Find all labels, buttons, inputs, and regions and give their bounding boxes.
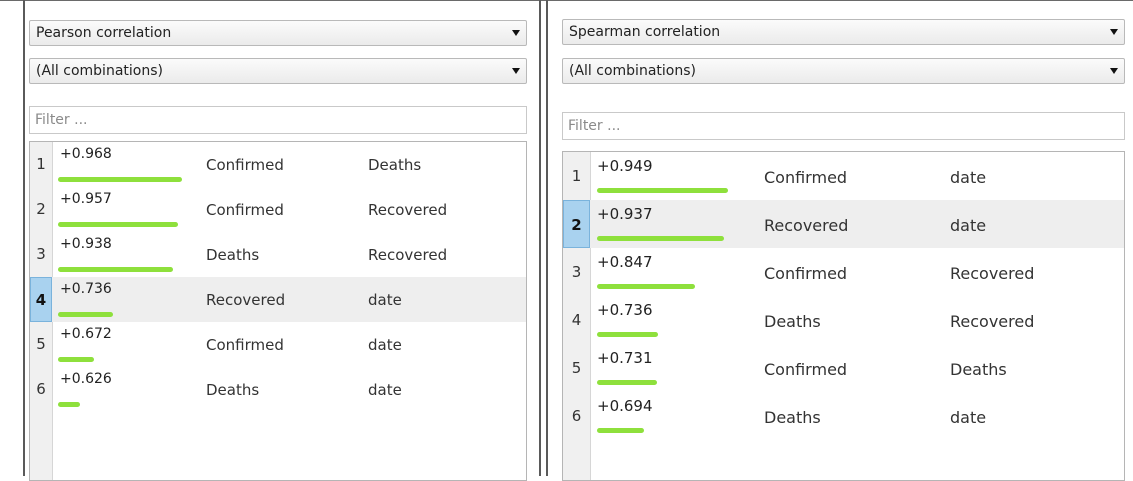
correlation-strength-bar <box>597 284 695 289</box>
correlation-type-label: Pearson correlation <box>36 25 172 41</box>
table-row[interactable]: 5 +0.731 Confirmed Deaths <box>563 344 1124 392</box>
row-number: 6 <box>36 380 46 398</box>
correlation-strength-bar <box>597 332 658 337</box>
correlation-strength-bar <box>58 267 173 272</box>
chevron-down-icon <box>512 68 520 74</box>
correlation-strength-bar <box>58 402 80 407</box>
correlation-strength-bar <box>597 428 644 433</box>
correlation-strength-bar <box>597 380 657 385</box>
table-row[interactable]: 5 +0.672 Confirmed date <box>30 322 526 367</box>
correlation-type-select[interactable]: Pearson correlation <box>29 20 527 46</box>
row-number: 4 <box>571 311 582 329</box>
row-number: 5 <box>571 359 582 377</box>
chevron-down-icon <box>512 30 520 36</box>
attribute-1: Confirmed <box>206 156 284 174</box>
left-panel-border <box>23 0 25 476</box>
chevron-down-icon <box>1110 29 1118 35</box>
attribute-1: Deaths <box>764 408 821 427</box>
attribute-2: date <box>368 291 402 309</box>
correlation-value: +0.938 <box>60 236 112 252</box>
correlation-value: +0.736 <box>597 301 653 319</box>
correlation-value: +0.847 <box>597 253 653 271</box>
attribute-1: Confirmed <box>206 336 284 354</box>
top-border <box>0 0 1133 1</box>
table-row[interactable]: 4 +0.736 Recovered date <box>30 277 526 322</box>
attribute-1: Confirmed <box>764 360 848 379</box>
attribute-2: Recovered <box>368 201 448 219</box>
row-number: 2 <box>563 200 590 248</box>
combination-label: (All combinations) <box>569 63 696 79</box>
correlation-value: +0.957 <box>60 191 112 207</box>
table-row[interactable]: 4 +0.736 Deaths Recovered <box>563 296 1124 344</box>
correlation-value: +0.968 <box>60 146 112 162</box>
correlation-strength-bar <box>58 222 178 227</box>
table-row[interactable]: 1 +0.949 Confirmed date <box>563 152 1124 200</box>
attribute-2: date <box>368 336 402 354</box>
attribute-1: Confirmed <box>764 168 848 187</box>
correlation-strength-bar <box>58 357 94 362</box>
correlation-value: +0.949 <box>597 157 653 175</box>
attribute-2: Recovered <box>950 312 1035 331</box>
correlation-value: +0.672 <box>60 326 112 342</box>
table-row[interactable]: 6 +0.626 Deaths date <box>30 367 526 412</box>
table-row[interactable]: 1 +0.968 Confirmed Deaths <box>30 142 526 187</box>
combination-label: (All combinations) <box>36 63 163 79</box>
attribute-1: Deaths <box>206 246 260 264</box>
correlation-value: +0.937 <box>597 205 653 223</box>
correlation-list[interactable]: 1 +0.968 Confirmed Deaths 2 +0.957 Confirmed Re… <box>29 141 527 481</box>
row-number: 3 <box>36 245 46 263</box>
combination-select[interactable]: (All combinations) <box>29 58 527 84</box>
filter-input[interactable]: Filter ... <box>562 112 1125 140</box>
correlation-value: +0.736 <box>60 281 112 297</box>
attribute-2: date <box>368 381 402 399</box>
attribute-1: Deaths <box>764 312 821 331</box>
row-number: 5 <box>36 335 46 353</box>
filter-input[interactable]: Filter ... <box>29 106 527 134</box>
filter-placeholder: Filter ... <box>568 118 621 134</box>
correlation-strength-bar <box>597 188 728 193</box>
table-row[interactable]: 2 +0.957 Confirmed Recovered <box>30 187 526 232</box>
attribute-1: Recovered <box>206 291 286 309</box>
correlation-value: +0.694 <box>597 397 653 415</box>
row-number: 3 <box>571 263 582 281</box>
attribute-1: Confirmed <box>206 201 284 219</box>
attribute-2: date <box>950 168 987 187</box>
attribute-1: Deaths <box>206 381 260 399</box>
correlation-strength-bar <box>58 177 182 182</box>
table-row[interactable]: 2 +0.937 Recovered date <box>563 200 1124 248</box>
correlation-list[interactable]: 1 +0.949 Confirmed date 2 +0.937 Recovered date… <box>562 151 1125 481</box>
correlation-strength-bar <box>597 236 724 241</box>
combination-select[interactable]: (All combinations) <box>562 58 1125 84</box>
row-number: 1 <box>571 167 582 185</box>
right-panel-border <box>546 0 548 476</box>
chevron-down-icon <box>1110 68 1118 74</box>
table-row[interactable]: 6 +0.694 Deaths date <box>563 392 1124 440</box>
row-number: 6 <box>571 407 582 425</box>
attribute-2: Deaths <box>950 360 1007 379</box>
attribute-2: date <box>950 408 987 427</box>
attribute-1: Recovered <box>764 216 849 235</box>
attribute-1: Confirmed <box>764 264 848 283</box>
correlation-type-label: Spearman correlation <box>569 24 721 40</box>
table-row[interactable]: 3 +0.938 Deaths Recovered <box>30 232 526 277</box>
attribute-2: Deaths <box>368 156 422 174</box>
correlation-value: +0.731 <box>597 349 653 367</box>
row-number: 1 <box>36 155 46 173</box>
panel-divider <box>539 0 541 476</box>
correlation-strength-bar <box>58 312 113 317</box>
correlation-value: +0.626 <box>60 371 112 387</box>
attribute-2: Recovered <box>368 246 448 264</box>
row-number: 2 <box>36 200 46 218</box>
row-number: 4 <box>30 277 52 322</box>
table-row[interactable]: 3 +0.847 Confirmed Recovered <box>563 248 1124 296</box>
filter-placeholder: Filter ... <box>35 112 88 128</box>
attribute-2: date <box>950 216 987 235</box>
correlation-type-select[interactable]: Spearman correlation <box>562 19 1125 45</box>
attribute-2: Recovered <box>950 264 1035 283</box>
